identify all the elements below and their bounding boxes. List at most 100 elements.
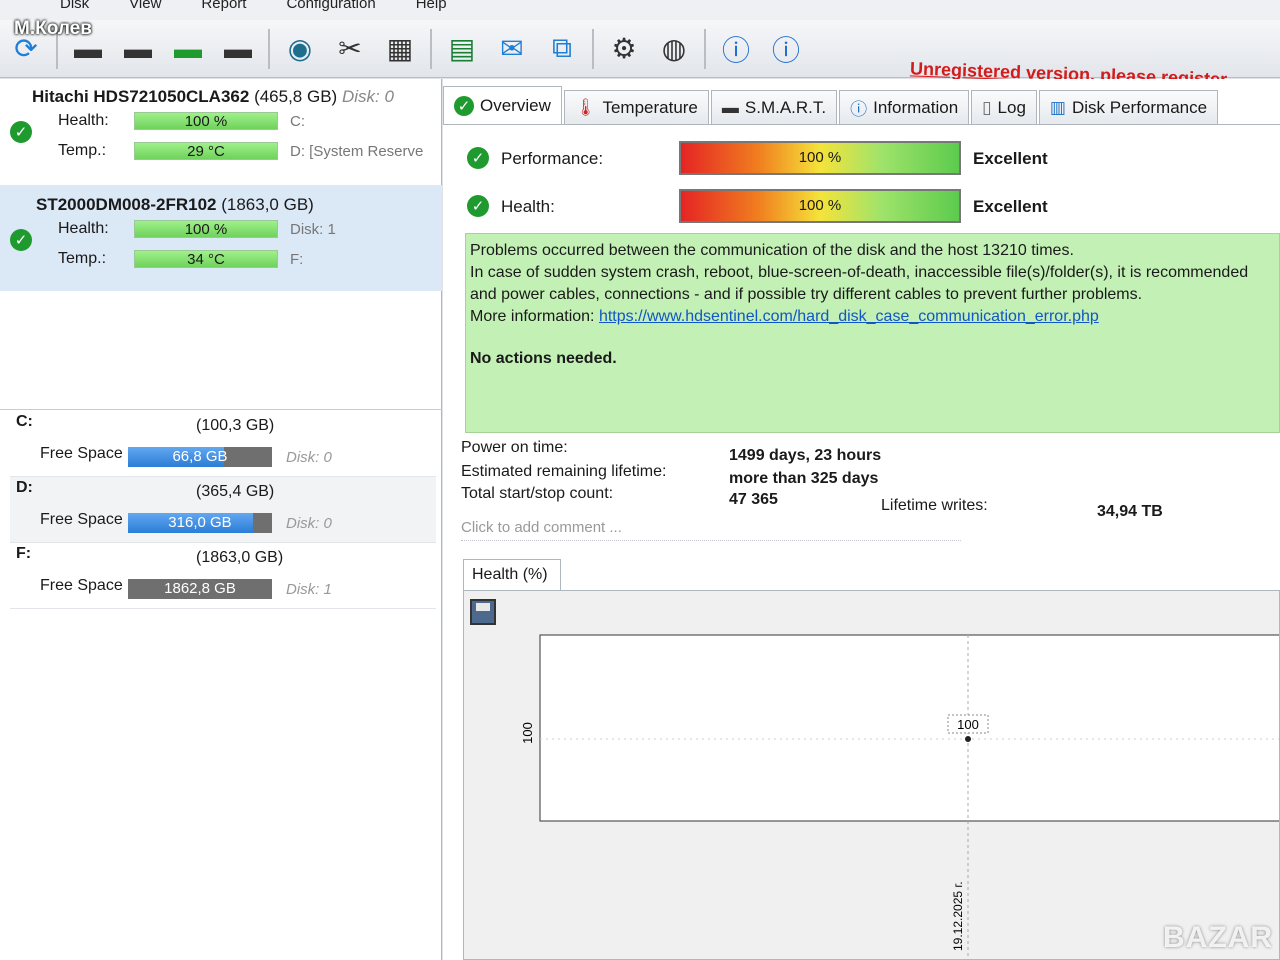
volume-size: (1863,0 GB) — [196, 549, 284, 566]
tab-label: Temperature — [602, 97, 698, 117]
thermometer-icon: 🌡 — [574, 97, 597, 117]
menu-disk[interactable]: Disk — [60, 0, 89, 12]
ok-icon: ✓ — [454, 95, 474, 116]
tab-label: Information — [873, 97, 959, 117]
menu-configuration[interactable]: Configuration — [286, 0, 375, 12]
tools-icon[interactable]: ✂ — [330, 29, 370, 69]
volume-letter: C: — [16, 413, 33, 430]
health-value: 100 % — [798, 197, 842, 214]
tab-label: Disk Performance — [1071, 97, 1208, 117]
right-panel: ✓ Overview 🌡 Temperature ▬ S.M.A.R.T. ⓘ … — [443, 79, 1280, 960]
user-watermark: М.Колев — [14, 18, 92, 39]
disk-number: Disk: 0 — [341, 87, 394, 106]
globe-icon[interactable]: ◉ — [280, 29, 320, 69]
performance-rating: Excellent — [973, 149, 1048, 168]
startstop-value: 47 365 — [729, 491, 778, 508]
menu-report[interactable]: Report — [201, 0, 246, 12]
more-info-label: More information: — [470, 308, 595, 325]
free-space-bar: 316,0 GB — [128, 513, 272, 533]
ok-icon: ✓ — [467, 147, 489, 169]
menu-help[interactable]: Help — [416, 0, 447, 12]
volume-disk: Disk: 0 — [286, 449, 332, 466]
temp-bar: 34 °C — [134, 250, 278, 268]
tab-overview[interactable]: ✓ Overview — [443, 86, 562, 124]
ok-icon: ✓ — [467, 195, 489, 217]
toolbar-separator — [268, 28, 270, 69]
health-rating: Excellent — [973, 197, 1048, 216]
hdd-icon[interactable]: ▬ — [118, 29, 158, 69]
alarm-icon[interactable]: ◍ — [654, 29, 694, 69]
gear-icon[interactable]: ⚙ — [604, 29, 644, 69]
ok-icon: ✓ — [10, 121, 32, 143]
disk-name: ST2000DM008-2FR102 — [36, 195, 217, 214]
tab-disk-performance[interactable]: ▥ Disk Performance — [1038, 90, 1219, 124]
email-icon[interactable]: ✉ — [492, 29, 532, 69]
data-label: 100 — [957, 717, 979, 732]
volume-letter: F: — [16, 545, 32, 562]
health-chart: 100 100 19.12.2025 г. — [520, 634, 1279, 959]
site-watermark: BAZAR — [1163, 921, 1273, 954]
disk-capacity: (465,8 GB) — [254, 87, 338, 106]
message-line: In case of sudden system crash, reboot, … — [470, 264, 1249, 281]
more-info-link[interactable]: https://www.hdsentinel.com/hard_disk_cas… — [599, 308, 1099, 325]
printer-icon[interactable]: ▦ — [380, 29, 420, 69]
lifetime-label: Estimated remaining lifetime: — [461, 463, 667, 480]
health-row: ✓ Health: 100 % Excellent — [467, 189, 1267, 225]
tab-temperature[interactable]: 🌡 Temperature — [563, 90, 709, 124]
health-bar: 100 % — [134, 220, 278, 238]
tab-log[interactable]: ▯ Log — [971, 90, 1037, 124]
save-icon[interactable] — [470, 599, 496, 625]
hdd-icon[interactable]: ▬ — [168, 29, 208, 69]
disk-item-1[interactable]: ST2000DM008-2FR102 (1863,0 GB) ✓ Health:… — [0, 185, 442, 291]
y-tick-label: 100 — [520, 722, 535, 744]
disk-item-0[interactable]: Hitachi HDS721050CLA362 (465,8 GB) Disk:… — [0, 79, 442, 185]
no-actions-text: No actions needed. — [470, 350, 617, 367]
menu-bar: Disk View Report Configuration Help — [0, 0, 1280, 20]
disk-capacity: (1863,0 GB) — [221, 195, 314, 214]
health-label: Health: — [58, 220, 109, 237]
data-point — [965, 736, 971, 742]
volume-size: (100,3 GB) — [196, 417, 275, 434]
tab-label: Log — [997, 97, 1026, 117]
log-icon: ▯ — [982, 97, 992, 117]
tab-smart[interactable]: ▬ S.M.A.R.T. — [710, 90, 838, 124]
network-icon[interactable]: ⧉ — [542, 29, 582, 69]
toolbar-separator — [592, 28, 594, 69]
temp-label: Temp.: — [58, 142, 107, 159]
disk-name: Hitachi HDS721050CLA362 — [32, 87, 250, 106]
volume-item-d[interactable]: D: (365,4 GB) Free Space 316,0 GB Disk: … — [10, 477, 436, 543]
tab-label: Overview — [480, 95, 551, 115]
performance-value: 100 % — [798, 149, 842, 166]
menu-view[interactable]: View — [129, 0, 161, 12]
disk-title: Hitachi HDS721050CLA362 (465,8 GB) Disk:… — [32, 87, 432, 107]
free-space-label: Free Space — [40, 445, 123, 462]
plot-area — [539, 634, 1279, 822]
toolbar-separator — [704, 28, 706, 69]
free-space-bar: 66,8 GB — [128, 447, 272, 467]
lifetime-writes-label: Lifetime writes: — [881, 497, 988, 514]
temp-label: Temp.: — [58, 250, 107, 267]
help-icon[interactable]: ⓘ — [716, 29, 756, 69]
health-bar: 100 % — [679, 189, 961, 223]
power-on-value: 1499 days, 23 hours — [729, 447, 882, 464]
tab-bar: ✓ Overview 🌡 Temperature ▬ S.M.A.R.T. ⓘ … — [443, 85, 1280, 125]
volume-item-c[interactable]: C: (100,3 GB) Free Space 66,8 GB Disk: 0 — [10, 411, 436, 477]
performance-label: Performance: — [501, 149, 604, 168]
volume-size: (365,4 GB) — [196, 483, 275, 500]
health-label: Health: — [501, 197, 555, 216]
free-space-value: 316,0 GB — [168, 514, 232, 531]
drive-label: C: — [290, 112, 305, 130]
volume-letter: D: — [16, 479, 33, 496]
tab-information[interactable]: ⓘ Information — [839, 90, 970, 124]
tab-health-chart[interactable]: Health (%) — [463, 559, 561, 591]
report-icon[interactable]: ▤ — [442, 29, 482, 69]
volume-disk: Disk: 1 — [286, 581, 332, 598]
health-chart-area: 100 100 19.12.2025 г. BAZAR — [463, 590, 1280, 960]
performance-icon: ▥ — [1049, 97, 1066, 117]
comment-input[interactable]: Click to add comment ... — [461, 519, 961, 541]
volume-item-f[interactable]: F: (1863,0 GB) Free Space 1862,8 GB Disk… — [10, 543, 436, 609]
info-icon[interactable]: ⓘ — [766, 29, 806, 69]
health-label: Health: — [58, 112, 109, 129]
message-line: Problems occurred between the communicat… — [470, 242, 1074, 259]
hdd-icon[interactable]: ▬ — [218, 29, 258, 69]
